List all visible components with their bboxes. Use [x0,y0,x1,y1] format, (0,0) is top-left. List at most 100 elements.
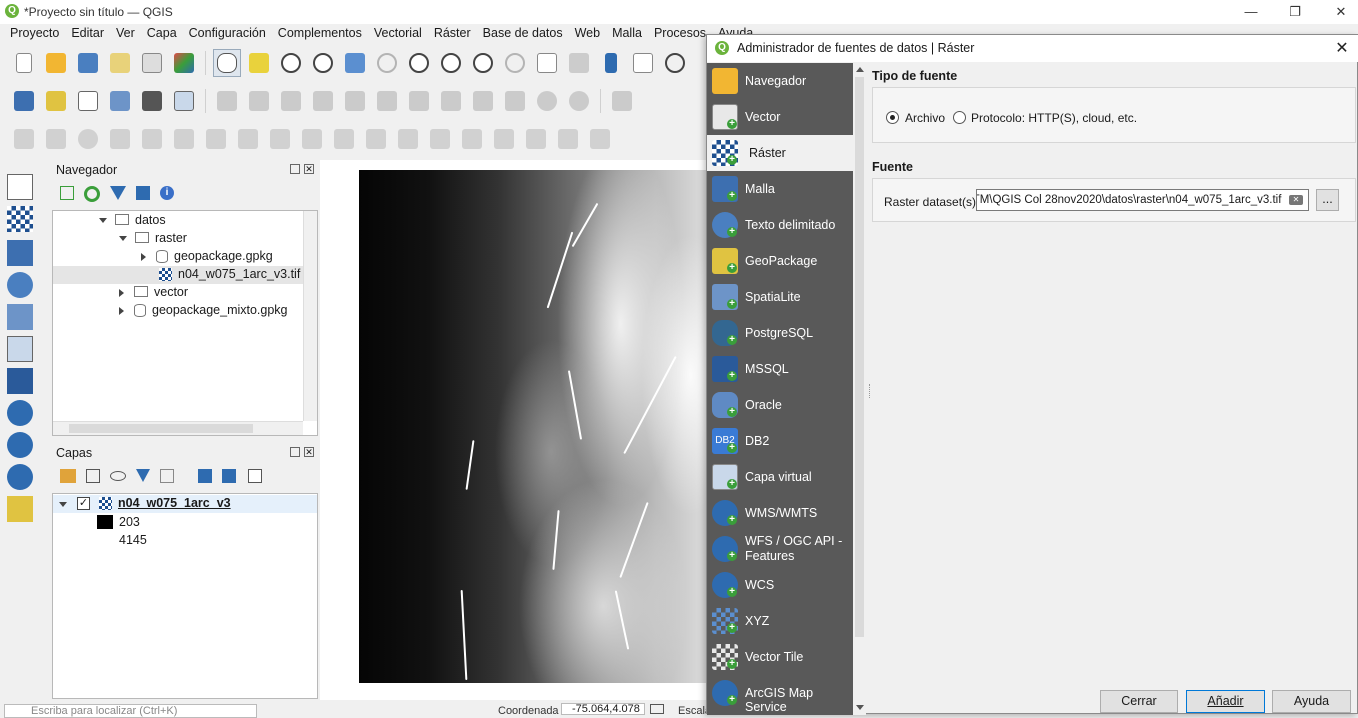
reshape-features-icon[interactable] [362,125,390,153]
current-edits-icon[interactable] [213,87,241,115]
source-item-raster[interactable]: + Ráster [707,135,853,171]
add-feature-icon[interactable] [309,87,337,115]
zoom-in-icon[interactable] [277,49,305,77]
new-print-layout-icon[interactable] [106,49,134,77]
delete-selected-icon[interactable] [405,87,433,115]
merge-features-icon[interactable] [554,125,582,153]
toggle-editing-icon[interactable] [245,87,273,115]
vertex-tool-icon[interactable] [341,87,369,115]
add-button[interactable]: Añadir [1186,690,1265,713]
menu-capa[interactable]: Capa [141,24,183,44]
fill-ring-icon[interactable] [266,125,294,153]
layer-expand-arrow[interactable] [59,497,67,511]
dialog-close-button[interactable]: ✕ [1331,38,1353,60]
redo-icon[interactable] [565,87,593,115]
add-part-icon[interactable] [234,125,262,153]
browser-vertical-scrollbar[interactable] [303,211,317,421]
rotate-feature-icon[interactable] [138,125,166,153]
zoom-out-icon[interactable] [309,49,337,77]
tree-item-raster[interactable]: raster [119,231,187,245]
source-item-vector[interactable]: + Vector [707,99,853,135]
split-parts-icon[interactable] [522,125,550,153]
add-geopackage-icon[interactable] [7,496,33,522]
scrollbar-thumb[interactable] [855,77,864,637]
menu-editar[interactable]: Editar [65,24,110,44]
add-group-icon[interactable] [86,469,100,483]
show-bookmarks-icon[interactable] [629,49,657,77]
expand-all-icon[interactable] [198,469,212,483]
new-3d-map-icon[interactable] [565,49,593,77]
open-project-icon[interactable] [42,49,70,77]
new-geopackage-layer-icon[interactable] [42,87,70,115]
map-canvas[interactable] [320,160,708,700]
source-item-arcgis-map-service[interactable]: + ArcGIS Map Service [707,675,853,714]
minimize-button[interactable]: — [1236,2,1266,22]
digitize-with-curve-icon[interactable] [42,125,70,153]
menu-procesos[interactable]: Procesos [648,24,712,44]
source-item-db2[interactable]: DB2 + DB2 [707,423,853,459]
source-item-oracle[interactable]: + Oracle [707,387,853,423]
float-layers-panel-icon[interactable] [290,447,300,457]
raster-dataset-input[interactable]: ETM\QGIS Col 28nov2020\datos\raster\n04_… [976,189,1309,211]
move-feature-icon[interactable] [106,125,134,153]
label-tool-icon[interactable] [608,87,636,115]
restore-button[interactable]: ❐ [1280,2,1310,22]
properties-info-icon[interactable]: i [160,186,174,200]
radio-protocolo-label[interactable]: Protocolo: HTTP(S), cloud, etc. [971,111,1137,125]
close-window-button[interactable]: ✕ [1326,2,1356,22]
source-item-wms-wmts[interactable]: + WMS/WMTS [707,495,853,531]
menu-base-de-datos[interactable]: Base de datos [477,24,569,44]
paste-features-icon[interactable] [501,87,529,115]
add-ring-icon[interactable] [202,125,230,153]
pan-to-selection-icon[interactable] [245,49,273,77]
modify-attributes-icon[interactable] [373,87,401,115]
browse-button[interactable]: ... [1316,189,1339,211]
new-spatialite-layer-icon[interactable] [106,87,134,115]
zoom-to-layer-icon[interactable] [405,49,433,77]
zoom-to-selection-icon[interactable] [373,49,401,77]
undo-icon[interactable] [533,87,561,115]
remove-layer-icon[interactable] [248,469,262,483]
tree-item-geopackage[interactable]: geopackage.gpkg [141,249,273,264]
add-virtual-layer-icon[interactable] [7,336,33,362]
tree-item-datos[interactable]: datos [99,213,166,227]
filter-by-expression-icon[interactable] [160,469,174,483]
source-item-mssql[interactable]: + MSSQL [707,351,853,387]
save-edits-icon[interactable] [277,87,305,115]
add-vector-layer-icon[interactable] [7,174,33,200]
rotate-point-symbols-icon[interactable] [586,125,614,153]
delete-part-icon[interactable] [330,125,358,153]
trim-extend-icon[interactable] [458,125,486,153]
layer-styling-icon[interactable] [60,469,76,483]
close-layers-panel-icon[interactable]: ✕ [304,447,314,457]
menu-web[interactable]: Web [569,24,606,44]
source-item-texto-delimitado[interactable]: + Texto delimitado [707,207,853,243]
menu-raster[interactable]: Ráster [428,24,477,44]
save-project-icon[interactable] [74,49,102,77]
menu-proyecto[interactable]: Proyecto [4,24,65,44]
source-item-spatialite[interactable]: + SpatiaLite [707,279,853,315]
add-spatialite-icon[interactable] [7,304,33,330]
new-virtual-layer-icon[interactable] [170,87,198,115]
split-features-icon[interactable] [490,125,518,153]
data-source-manager-icon[interactable] [10,87,38,115]
source-item-malla[interactable]: + Malla [707,171,853,207]
source-item-vector-tile[interactable]: + Vector Tile [707,639,853,675]
simplify-feature-icon[interactable] [170,125,198,153]
source-item-wfs-ogc[interactable]: + WFS / OGC API - Features [707,531,853,567]
filter-legend-icon[interactable] [136,469,150,482]
radio-archivo-label[interactable]: Archivo [905,111,945,125]
layout-manager-icon[interactable] [138,49,166,77]
coordinate-field[interactable]: -75.064,4.078 [561,703,645,715]
source-item-wcs[interactable]: + WCS [707,567,853,603]
cut-features-icon[interactable] [437,87,465,115]
add-mssql-icon[interactable] [7,368,33,394]
add-selected-layers-icon[interactable] [60,186,74,200]
splitter-handle[interactable] [869,384,871,398]
menu-malla[interactable]: Malla [606,24,648,44]
new-temp-layer-icon[interactable] [138,87,166,115]
close-panel-icon[interactable]: ✕ [304,164,314,174]
new-bookmark-icon[interactable] [597,49,625,77]
offset-curve-icon[interactable] [394,125,422,153]
zoom-full-icon[interactable] [341,49,369,77]
